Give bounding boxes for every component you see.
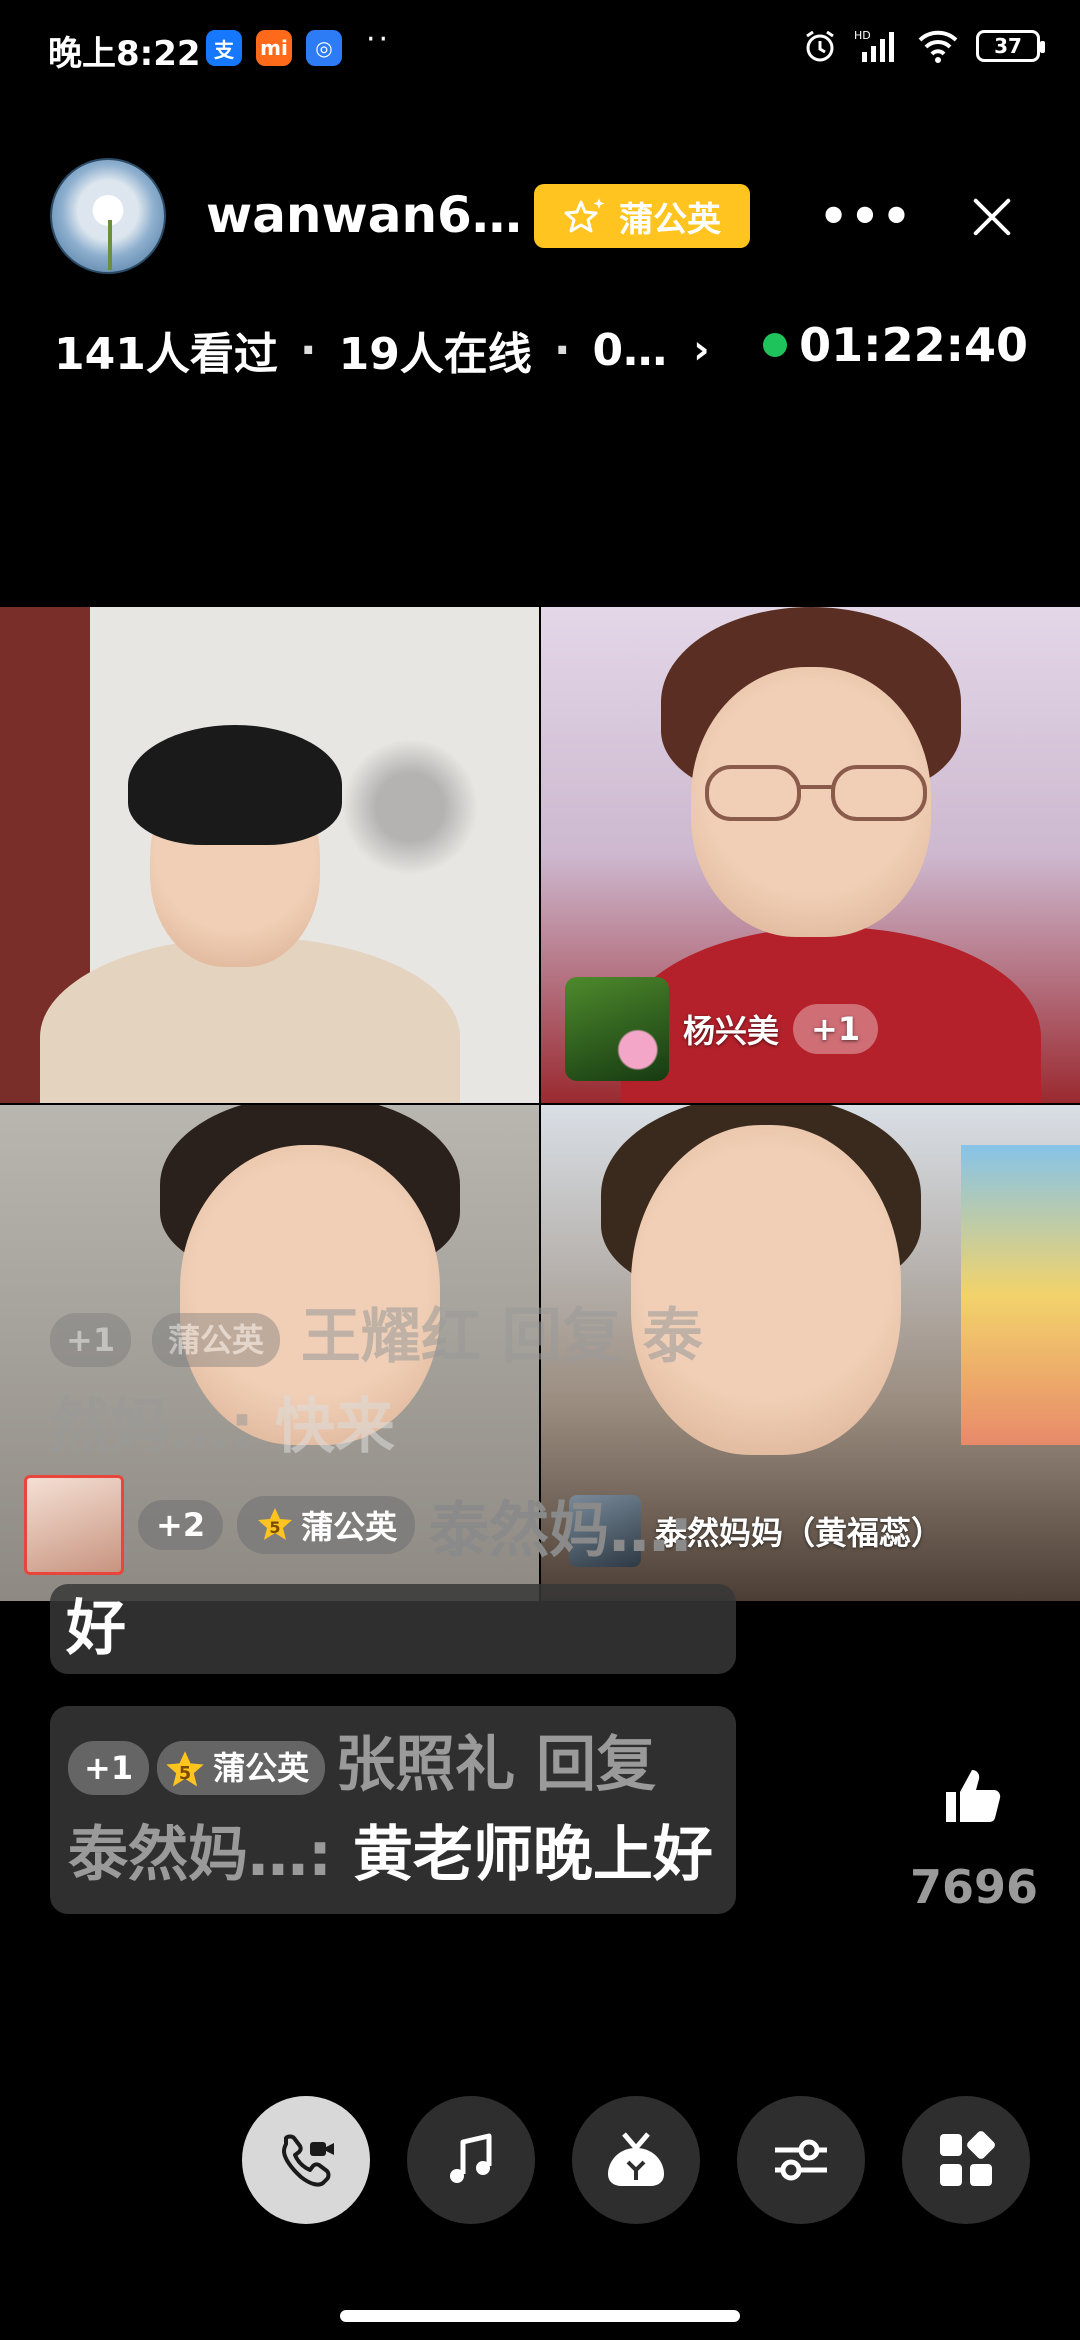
mi-store-icon: mi	[256, 30, 292, 66]
like-count: 7696	[909, 1860, 1039, 1914]
close-button[interactable]	[952, 178, 1032, 254]
comment-message: 快来	[254, 1392, 395, 1462]
fan-badge: 蒲公英	[151, 1313, 280, 1368]
more-stat: 0…	[592, 324, 668, 376]
stats-row[interactable]: 141人看过 · 19人在线 · 0… ›	[54, 318, 710, 382]
adjust-button[interactable]	[737, 2096, 865, 2224]
plus-badge: +1	[68, 1741, 150, 1796]
home-indicator[interactable]	[340, 2310, 740, 2322]
level-star-icon: 5	[258, 1508, 293, 1540]
status-right: HD 37	[802, 28, 1045, 64]
voice-call-button[interactable]	[242, 2096, 370, 2224]
video-tile[interactable]	[0, 607, 539, 1103]
host-name[interactable]: wanwan6…	[206, 186, 522, 244]
fan-club-badge-label: 蒲公英	[619, 199, 721, 240]
participant-name: 泰然妈妈（黄福蕊）	[655, 1514, 944, 1552]
comment-item[interactable]: +1 5 蒲公英 张照礼 回复 泰然妈…: 黄老师晚上好	[50, 1706, 736, 1914]
voice-call-icon	[282, 2134, 334, 2187]
participant-label[interactable]: 杨兴美 +1	[565, 977, 879, 1081]
fan-badge-label: 蒲公英	[213, 1749, 310, 1788]
live-duration: 01:22:40	[799, 318, 1028, 372]
user-avatar	[24, 1475, 124, 1575]
battery-icon: 37	[976, 30, 1045, 62]
more-apps-button[interactable]	[902, 2096, 1030, 2224]
more-notifications-icon: ··	[366, 22, 392, 57]
gift-bag-icon	[608, 2132, 664, 2186]
live-timer: 01:22:40	[763, 318, 1028, 372]
sparkle-star-icon	[564, 198, 605, 233]
fan-club-badge[interactable]: 蒲公英	[534, 184, 750, 248]
live-indicator-icon	[763, 333, 788, 357]
fan-badge-label: 蒲公英	[301, 1508, 398, 1546]
fan-level-badge: 5 蒲公英	[157, 1741, 326, 1796]
gift-button[interactable]	[572, 2096, 700, 2224]
wifi-icon	[918, 30, 958, 63]
apps-grid-icon	[940, 2131, 995, 2186]
level-star-icon: 5	[166, 1751, 204, 1787]
wall-painting	[330, 727, 490, 887]
status-time: 晚上8:22	[48, 34, 201, 74]
comment-username: 泰然妈…:	[429, 1495, 694, 1566]
separator-dot: ·	[553, 324, 571, 376]
more-button[interactable]: •••	[819, 178, 911, 254]
music-button[interactable]	[407, 2096, 535, 2224]
signal-hd-text: HD	[854, 29, 871, 42]
entrance-notice[interactable]: +2 5 蒲公英 泰然妈…:	[24, 1475, 693, 1575]
alipay-icon: 支	[206, 30, 242, 66]
svg-text:5: 5	[270, 1518, 281, 1537]
viewed-count: 141人看过	[54, 329, 278, 380]
participant-avatar	[565, 977, 669, 1081]
comment-item[interactable]: 好	[50, 1584, 736, 1674]
online-count: 19人在线	[338, 329, 532, 380]
chevron-right-icon: ›	[693, 327, 710, 373]
signal-icon: HD	[854, 29, 894, 62]
host-avatar[interactable]	[50, 158, 166, 274]
person-hair	[128, 725, 342, 845]
svg-text:5: 5	[179, 1764, 191, 1784]
wall-map	[961, 1145, 1080, 1445]
glasses-icon	[705, 765, 927, 821]
alarm-icon	[806, 30, 834, 62]
status-bar: 晚上8:22 支 mi ◎ ·· HD 37	[0, 0, 1080, 96]
participant-name: 杨兴美	[683, 1012, 780, 1050]
adjust-icon	[775, 2139, 827, 2181]
plus-one-badge: +1	[793, 1004, 879, 1054]
plus-badge: +1	[50, 1313, 132, 1368]
comment-message: 好	[66, 1594, 126, 1664]
plus-badge: +2	[138, 1500, 224, 1550]
fan-level-badge: 5 蒲公英	[237, 1496, 416, 1554]
comment-item[interactable]: +1 蒲公英 王耀红 回复 泰然妈…: 快来	[50, 1292, 736, 1472]
thumbs-up-icon[interactable]	[942, 1766, 1002, 1826]
comment-message: 黄老师晚上好	[332, 1820, 713, 1890]
separator-dot: ·	[299, 324, 317, 376]
video-tile[interactable]: 杨兴美 +1	[541, 607, 1080, 1103]
chat-bubble-app-icon: ◎	[306, 30, 342, 66]
music-icon	[450, 2133, 492, 2183]
